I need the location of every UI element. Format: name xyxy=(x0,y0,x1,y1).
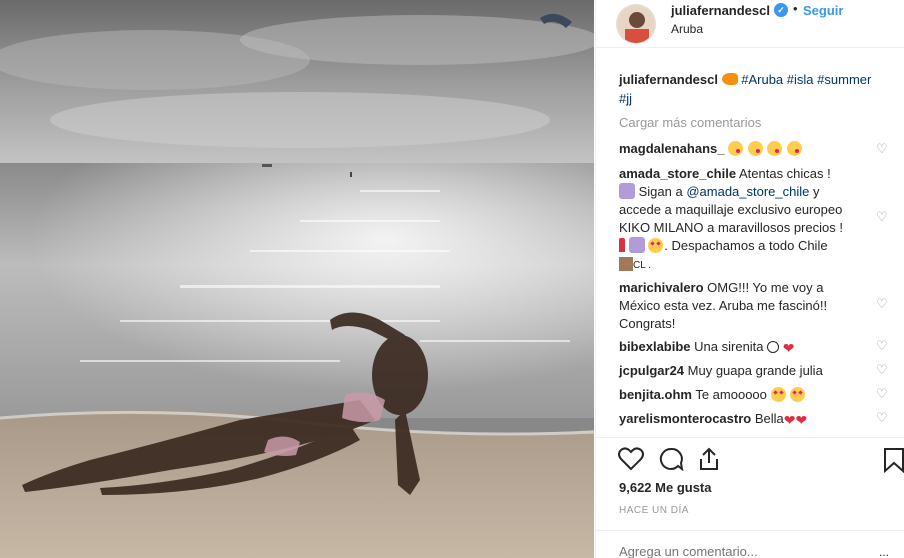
comment-text: Muy guapa grande julia xyxy=(687,363,823,378)
hashtag-isla[interactable]: #isla xyxy=(787,72,814,87)
comment-like-icon[interactable]: ♡ xyxy=(876,209,888,225)
comment-username[interactable]: amada_store_chile xyxy=(619,166,736,181)
comment-mention[interactable]: @amada_store_chile xyxy=(686,184,809,199)
comment-item: magdalenahans_ xyxy=(619,140,874,158)
star-eyes-emoji-icon xyxy=(648,238,664,253)
separator-dot: • xyxy=(793,1,798,16)
kiss-emoji-icon xyxy=(767,141,783,156)
kiss-emoji-icon xyxy=(747,141,763,156)
kiss-emoji-icon xyxy=(787,141,802,156)
comment-username[interactable]: magdalenahans_ xyxy=(619,141,725,156)
comment-input[interactable] xyxy=(619,544,859,558)
post-photo[interactable] xyxy=(0,0,594,558)
comment-text: accede a maquillaje exclusivo europeo xyxy=(619,202,843,217)
hashtag-aruba[interactable]: #Aruba xyxy=(741,72,783,87)
comment-item: bibexlabibe Una sirenita ❤ xyxy=(619,338,874,356)
person-emoji-icon xyxy=(628,237,645,253)
likes-count[interactable]: 9,622 Me gusta xyxy=(619,480,712,495)
comment-like-icon[interactable]: ♡ xyxy=(876,410,888,426)
comment-text: Te amooooo xyxy=(695,387,767,402)
fish-emoji-icon xyxy=(721,73,738,85)
comment-text: Sigan a xyxy=(638,184,687,199)
comment-item: yarelismonterocastro Bella❤❤ xyxy=(619,410,874,428)
person-emoji-icon xyxy=(619,183,635,199)
comment-text: y xyxy=(809,184,820,199)
comment-text: OMG!!! Yo me voy a xyxy=(707,280,824,295)
more-options-icon[interactable]: ... xyxy=(879,545,889,558)
hashtag-jj[interactable]: #jj xyxy=(619,91,632,106)
header-username[interactable]: juliafernandescl xyxy=(671,3,770,18)
comment-icon[interactable] xyxy=(658,447,684,471)
hashtag-summer[interactable]: #summer xyxy=(817,72,871,87)
comment-item: benjita.ohm Te amooooo xyxy=(619,386,874,404)
like-icon[interactable] xyxy=(618,447,644,471)
post-caption: juliafernandescl #Aruba #isla #summer #j… xyxy=(619,70,894,108)
comment-username[interactable]: yarelismonterocastro xyxy=(619,411,751,426)
comment-item: amada_store_chile Atentas chicas ! Sigan… xyxy=(619,165,874,275)
share-icon[interactable] xyxy=(697,447,721,471)
comment-like-icon[interactable]: ♡ xyxy=(876,338,888,354)
kiss-emoji-icon xyxy=(728,141,744,156)
comment-text: CL . xyxy=(633,260,651,271)
comment-text: Atentas chicas ! xyxy=(738,166,831,181)
comment-item: marichivalero OMG!!! Yo me voy a México … xyxy=(619,279,874,333)
comment-like-icon[interactable]: ♡ xyxy=(876,141,888,157)
smile-emoji-icon xyxy=(767,341,780,353)
comment-text: Bella xyxy=(754,411,784,426)
comment-item: jcpulgar24 Muy guapa grande julia xyxy=(619,362,874,380)
post-header: juliafernandescl ✓ • Seguir Aruba xyxy=(596,0,904,48)
add-comment-bar: ... xyxy=(596,530,904,558)
heart-emoji-icon: ❤ xyxy=(795,412,808,428)
comment-text: México esta vez. Aruba me fascinó!! xyxy=(619,298,828,313)
comment-text: Una sirenita xyxy=(694,339,764,354)
avatar[interactable] xyxy=(616,4,656,44)
comment-username[interactable]: marichivalero xyxy=(619,280,704,295)
comment-like-icon[interactable]: ♡ xyxy=(876,362,888,378)
comment-text: . Despachamos a todo Chile xyxy=(664,238,828,253)
comment-username[interactable]: bibexlabibe xyxy=(619,339,691,354)
comment-text: Congrats! xyxy=(619,316,676,331)
verified-badge-icon: ✓ xyxy=(774,3,788,17)
heart-emoji-icon: ❤ xyxy=(783,412,796,428)
comment-username[interactable]: jcpulgar24 xyxy=(619,363,684,378)
star-eyes-emoji-icon xyxy=(770,387,786,402)
comment-like-icon[interactable]: ♡ xyxy=(876,296,888,312)
post-sidebar: juliafernandescl ✓ • Seguir Aruba juliaf… xyxy=(595,0,904,558)
star-eyes-emoji-icon xyxy=(790,387,806,402)
bookmark-icon[interactable] xyxy=(883,447,904,473)
box-emoji-icon xyxy=(619,257,633,271)
comment-username[interactable]: benjita.ohm xyxy=(619,387,692,402)
post-location[interactable]: Aruba xyxy=(671,22,703,36)
post-timestamp[interactable]: HACE UN DÍA xyxy=(619,505,689,516)
load-more-comments[interactable]: Cargar más comentarios xyxy=(619,115,761,130)
heart-emoji-icon: ❤ xyxy=(782,340,795,356)
lipstick-emoji-icon xyxy=(619,238,625,252)
caption-username[interactable]: juliafernandescl xyxy=(619,72,718,87)
comment-text: KIKO MILANO a maravillosos precios ! xyxy=(619,220,843,235)
follow-button[interactable]: Seguir xyxy=(803,3,843,18)
comment-like-icon[interactable]: ♡ xyxy=(876,386,888,402)
